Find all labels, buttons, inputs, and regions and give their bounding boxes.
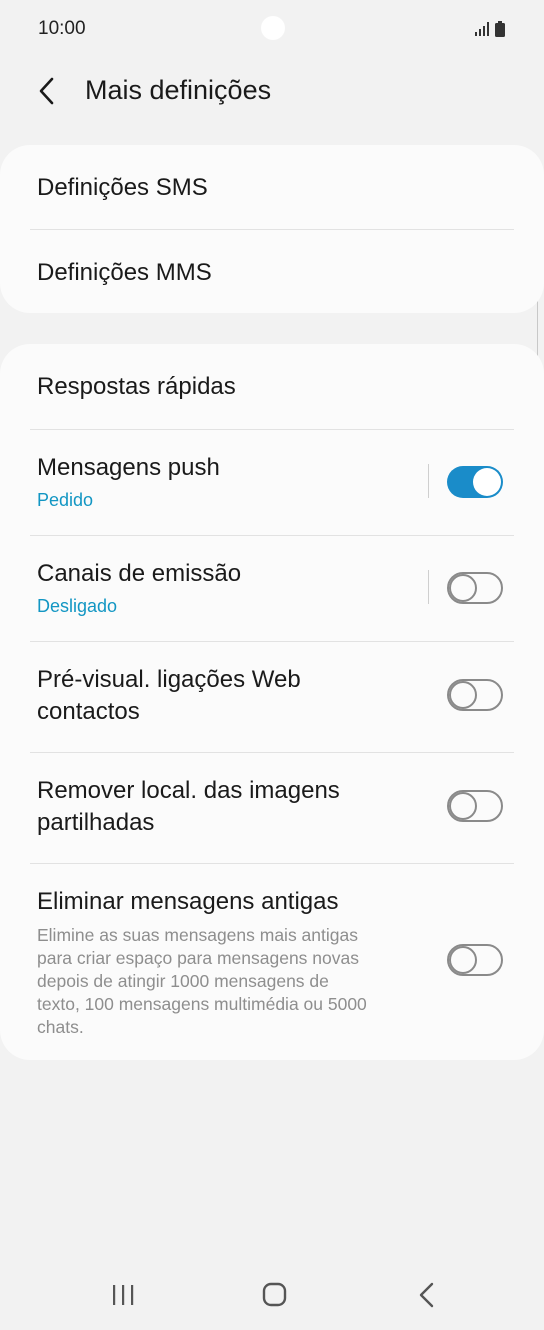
signal-icon bbox=[475, 22, 489, 36]
mms-settings-label: Definições MMS bbox=[37, 259, 212, 286]
home-icon[interactable] bbox=[254, 1280, 294, 1310]
push-messages-toggle[interactable] bbox=[447, 466, 503, 498]
mms-settings-item[interactable]: Definições MMS bbox=[0, 230, 544, 313]
battery-icon bbox=[495, 21, 505, 37]
quick-responses-item[interactable]: Respostas rápidas bbox=[0, 344, 544, 429]
push-messages-status: Pedido bbox=[37, 490, 94, 510]
web-link-preview-toggle[interactable] bbox=[447, 679, 503, 711]
app-header: Mais definições bbox=[0, 60, 544, 124]
separator bbox=[428, 464, 429, 498]
screen: 10:00 Mais definições Definições SMS Def… bbox=[0, 0, 544, 1330]
delete-old-messages-desc-line3: depois de atingir 1000 mensagens de bbox=[37, 971, 329, 991]
delete-old-messages-desc-line5: chats. bbox=[37, 1017, 84, 1037]
delete-old-messages-item[interactable]: Eliminar mensagens antigas Elimine as su… bbox=[0, 864, 544, 1060]
front-camera bbox=[261, 16, 285, 40]
sms-settings-item[interactable]: Definições SMS bbox=[0, 145, 544, 230]
nav-back-icon[interactable] bbox=[407, 1280, 447, 1310]
remove-image-location-label-line2: partilhadas bbox=[37, 809, 155, 836]
web-link-preview-label-line2: contactos bbox=[37, 698, 140, 725]
delete-old-messages-desc-line1: Elimine as suas mensagens mais antigas bbox=[37, 925, 358, 945]
toggle-knob bbox=[449, 792, 477, 820]
delete-old-messages-desc-line2: para criar espaço para mensagens novas bbox=[37, 948, 359, 968]
settings-card-messages: Definições SMS Definições MMS bbox=[0, 145, 544, 313]
status-bar: 10:00 bbox=[0, 0, 544, 60]
broadcast-channels-toggle[interactable] bbox=[447, 572, 503, 604]
web-link-preview-item[interactable]: Pré-visual. ligações Web contactos bbox=[0, 642, 544, 752]
quick-responses-label: Respostas rápidas bbox=[37, 373, 236, 400]
page-title: Mais definições bbox=[85, 75, 272, 105]
remove-image-location-toggle[interactable] bbox=[447, 790, 503, 822]
status-time: 10:00 bbox=[38, 18, 86, 39]
delete-old-messages-desc-line4: texto, 100 mensagens multimédia ou 5000 bbox=[37, 994, 367, 1014]
delete-old-messages-label: Eliminar mensagens antigas bbox=[37, 888, 339, 915]
separator bbox=[428, 570, 429, 604]
remove-image-location-label-line1: Remover local. das imagens bbox=[37, 777, 340, 804]
sms-settings-label: Definições SMS bbox=[37, 174, 208, 201]
recent-apps-icon[interactable] bbox=[103, 1280, 143, 1310]
toggle-knob bbox=[449, 946, 477, 974]
web-link-preview-label-line1: Pré-visual. ligações Web bbox=[37, 666, 301, 693]
toggle-knob bbox=[473, 468, 501, 496]
toggle-knob bbox=[449, 681, 477, 709]
push-messages-item[interactable]: Mensagens push Pedido bbox=[0, 430, 544, 535]
broadcast-channels-item[interactable]: Canais de emissão Desligado bbox=[0, 536, 544, 641]
settings-card-options: Respostas rápidas Mensagens push Pedido … bbox=[0, 344, 544, 1060]
remove-image-location-item[interactable]: Remover local. das imagens partilhadas bbox=[0, 753, 544, 863]
broadcast-channels-label: Canais de emissão bbox=[37, 560, 242, 587]
navigation-bar bbox=[0, 1262, 544, 1330]
delete-old-messages-toggle[interactable] bbox=[447, 944, 503, 976]
chevron-left-icon[interactable] bbox=[30, 74, 64, 108]
push-messages-label: Mensagens push bbox=[37, 454, 220, 481]
toggle-knob bbox=[449, 574, 477, 602]
broadcast-channels-status: Desligado bbox=[37, 596, 118, 616]
